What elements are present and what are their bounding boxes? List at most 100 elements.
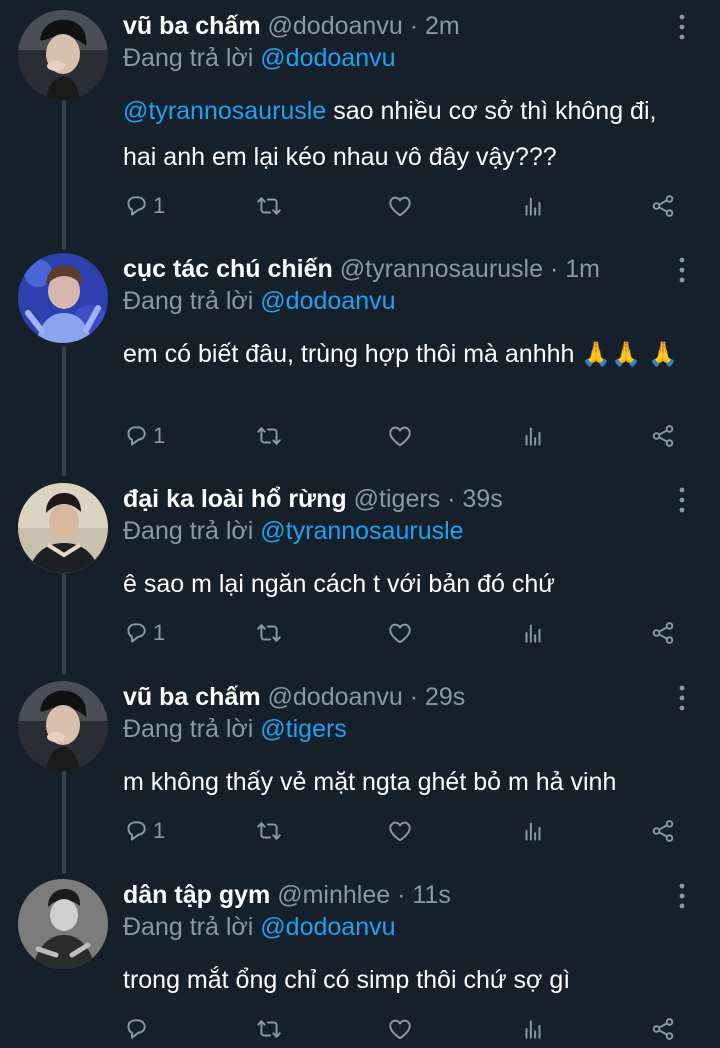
pray-emoji: 🙏 [581, 341, 612, 368]
analytics-icon [520, 1016, 546, 1042]
reply-tweet[interactable]: đại ka loài hổ rừng @tigers · 39s Đang t… [0, 483, 720, 673]
replying-to-mention[interactable]: @tigers [260, 715, 347, 743]
pray-emoji: 🙏 [611, 341, 642, 368]
tweet-header: cục tác chú chiến @tyrannosaurusle · 1m [123, 253, 668, 285]
action-bar [123, 1009, 683, 1048]
retweet-button[interactable] [256, 416, 282, 456]
tweet-text-content: trong mắt ổng chỉ có simp thôi chứ sợ gì [123, 966, 571, 994]
tweet-header: vũ ba chấm @dodoanvu · 2m [123, 10, 668, 42]
action-bar: 1 [123, 613, 683, 653]
like-button[interactable] [387, 613, 413, 653]
reply-tweet[interactable]: vũ ba chấm @dodoanvu · 29s Đang trả lời … [0, 681, 720, 871]
avatar[interactable] [18, 10, 108, 100]
reply-tweet[interactable]: vũ ba chấm @dodoanvu · 2m Đang trả lời @… [0, 10, 720, 240]
tweet-header: dân tập gym @minhlee · 11s [123, 879, 668, 911]
like-button[interactable] [387, 811, 413, 851]
share-icon [650, 1016, 676, 1042]
tweet-header: đại ka loài hổ rừng @tigers · 39s [123, 483, 668, 515]
retweet-button[interactable] [256, 186, 282, 226]
display-name[interactable]: cục tác chú chiến [123, 255, 333, 283]
tweet-header: vũ ba chấm @dodoanvu · 29s [123, 681, 668, 713]
reply-count: 1 [153, 620, 166, 645]
like-icon [387, 818, 413, 844]
tweet-text: @tyrannosaurusle sao nhiều cơ sở thì khô… [123, 88, 683, 180]
retweet-button[interactable] [256, 613, 282, 653]
replying-to: Đang trả lời @dodoanvu [123, 285, 396, 317]
more-options-icon[interactable] [672, 12, 692, 42]
user-handle[interactable]: @tyrannosaurusle [340, 255, 543, 283]
user-handle[interactable]: @tigers [354, 485, 441, 513]
avatar[interactable] [18, 681, 108, 771]
tweet-text-content: ê sao m lại ngăn cách t với bản đó chứ [123, 570, 555, 598]
analytics-button[interactable] [520, 416, 546, 456]
timestamp[interactable]: · 29s [410, 683, 466, 711]
analytics-button[interactable] [520, 186, 546, 226]
tweet-text: trong mắt ổng chỉ có simp thôi chứ sợ gì [123, 957, 683, 1003]
replying-to-mention[interactable]: @dodoanvu [260, 913, 395, 941]
share-button[interactable] [650, 1009, 676, 1048]
reply-button[interactable]: 1 [123, 416, 165, 456]
retweet-icon [256, 620, 282, 646]
like-button[interactable] [387, 186, 413, 226]
replying-to-mention[interactable]: @dodoanvu [260, 44, 395, 72]
analytics-icon [520, 620, 546, 646]
more-options-icon[interactable] [672, 683, 692, 713]
replying-to-mention[interactable]: @dodoanvu [260, 287, 395, 315]
retweet-button[interactable] [256, 1009, 282, 1048]
inline-mention[interactable]: @tyrannosaurusle [123, 97, 326, 125]
like-button[interactable] [387, 416, 413, 456]
timestamp[interactable]: · 11s [397, 881, 451, 909]
analytics-icon [520, 818, 546, 844]
more-options-icon[interactable] [672, 255, 692, 285]
retweet-icon [256, 423, 282, 449]
action-bar: 1 [123, 186, 683, 226]
reply-button[interactable]: 1 [123, 186, 165, 226]
retweet-button[interactable] [256, 811, 282, 851]
share-button[interactable] [650, 416, 676, 456]
avatar[interactable] [18, 879, 108, 969]
analytics-button[interactable] [520, 811, 546, 851]
share-button[interactable] [650, 613, 676, 653]
more-options-icon[interactable] [672, 485, 692, 515]
action-bar: 1 [123, 811, 683, 851]
like-button[interactable] [387, 1009, 413, 1048]
replying-to: Đang trả lời @tigers [123, 713, 347, 745]
reply-icon [123, 620, 149, 646]
tweet-text: ê sao m lại ngăn cách t với bản đó chứ [123, 561, 683, 607]
more-options-icon[interactable] [672, 881, 692, 911]
timestamp[interactable]: · 39s [447, 485, 503, 513]
avatar[interactable] [18, 253, 108, 343]
analytics-button[interactable] [520, 1009, 546, 1048]
share-icon [650, 620, 676, 646]
share-button[interactable] [650, 186, 676, 226]
reply-tweet[interactable]: cục tác chú chiến @tyrannosaurusle · 1m … [0, 253, 720, 473]
display-name[interactable]: dân tập gym [123, 881, 270, 909]
reply-tweet[interactable]: dân tập gym @minhlee · 11s Đang trả lời … [0, 879, 720, 1048]
reply-button[interactable]: 1 [123, 811, 165, 851]
user-handle[interactable]: @dodoanvu [268, 12, 403, 40]
reply-icon [123, 193, 149, 219]
action-bar: 1 [123, 416, 683, 456]
retweet-icon [256, 818, 282, 844]
reply-count: 1 [153, 193, 166, 218]
display-name[interactable]: vũ ba chấm [123, 12, 261, 40]
share-button[interactable] [650, 811, 676, 851]
share-icon [650, 423, 676, 449]
reply-button[interactable]: 1 [123, 613, 165, 653]
reply-button[interactable] [123, 1009, 153, 1048]
analytics-button[interactable] [520, 613, 546, 653]
timestamp[interactable]: · 2m [410, 12, 460, 40]
like-icon [387, 193, 413, 219]
avatar[interactable] [18, 483, 108, 573]
replying-to-mention[interactable]: @tyrannosaurusle [260, 517, 463, 545]
share-icon [650, 193, 676, 219]
display-name[interactable]: đại ka loài hổ rừng [123, 485, 347, 513]
user-handle[interactable]: @minhlee [277, 881, 390, 909]
display-name[interactable]: vũ ba chấm [123, 683, 261, 711]
retweet-icon [256, 193, 282, 219]
replying-to-label: Đang trả lời [123, 287, 254, 315]
timestamp[interactable]: · 1m [550, 255, 600, 283]
reply-count: 1 [153, 423, 166, 448]
user-handle[interactable]: @dodoanvu [268, 683, 403, 711]
reply-icon [123, 1016, 149, 1042]
